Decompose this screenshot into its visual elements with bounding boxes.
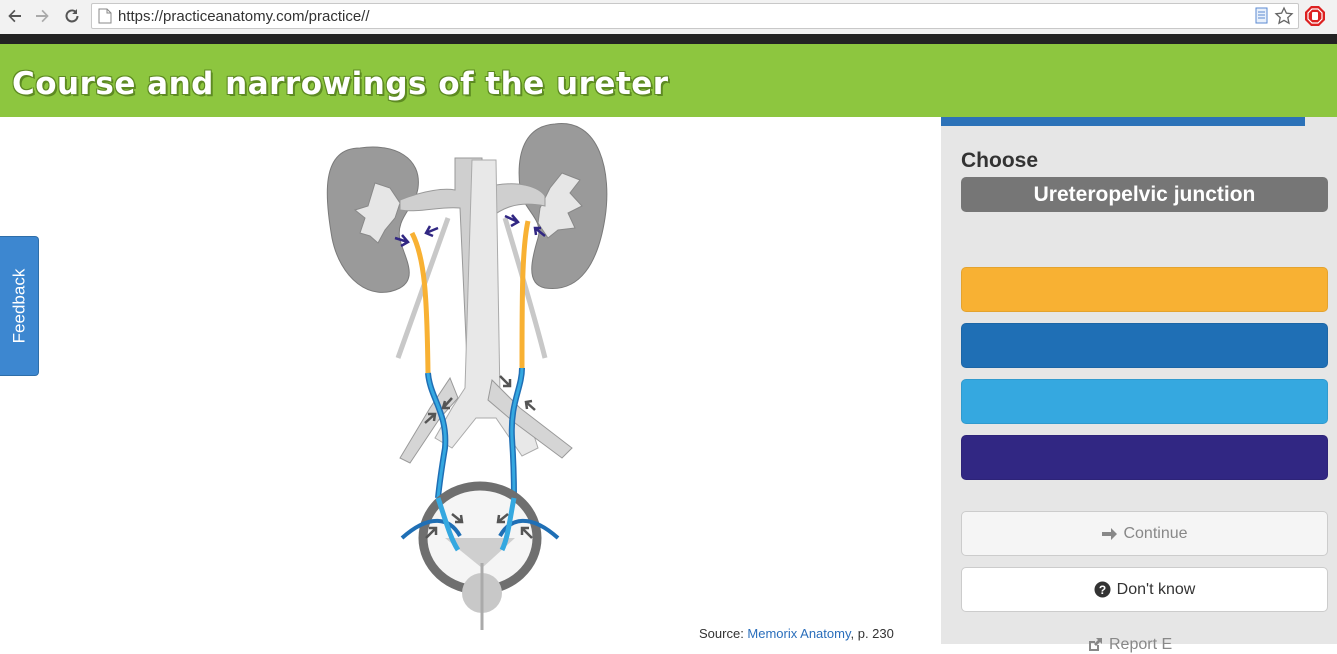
page-icon <box>98 8 112 24</box>
feedback-tab[interactable]: Feedback <box>0 236 39 376</box>
continue-label: Continue <box>1123 524 1188 542</box>
source-link[interactable]: Memorix Anatomy <box>747 626 850 641</box>
arrow-right-icon <box>1102 527 1118 540</box>
stop-icon[interactable] <box>1304 5 1326 27</box>
svg-text:?: ? <box>1099 583 1106 597</box>
external-link-icon <box>1089 638 1102 651</box>
target-structure: Ureteropelvic junction <box>961 177 1328 212</box>
report-error-button[interactable]: Report E <box>1087 636 1172 654</box>
quiz-panel: Choose Ureteropelvic junction Continue ?… <box>941 117 1337 653</box>
source-suffix: , p. 230 <box>850 626 894 641</box>
question-circle-icon: ? <box>1094 581 1111 598</box>
color-option-dark-blue[interactable] <box>961 323 1328 368</box>
continue-button[interactable]: Continue <box>961 511 1328 556</box>
color-option-purple[interactable] <box>961 435 1328 480</box>
star-icon[interactable] <box>1274 6 1294 26</box>
reload-button[interactable] <box>61 5 83 27</box>
feedback-label: Feedback <box>9 268 29 344</box>
figure-source: Source: Memorix Anatomy, p. 230 <box>699 626 894 641</box>
page-action-icon[interactable] <box>1254 7 1270 25</box>
arrow-left-icon <box>8 9 21 23</box>
dont-know-label: Don't know <box>1116 580 1196 598</box>
color-option-light-blue[interactable] <box>961 379 1328 424</box>
dont-know-button[interactable]: ? Don't know <box>961 567 1328 612</box>
report-error-label: Report E <box>1109 636 1173 653</box>
choose-label: Choose <box>961 149 1039 172</box>
color-option-orange[interactable] <box>961 267 1328 312</box>
url-text[interactable]: https://practiceanatomy.com/practice// <box>118 8 370 25</box>
address-bar[interactable]: https://practiceanatomy.com/practice// <box>91 3 1299 29</box>
arrow-right-icon <box>36 9 49 23</box>
browser-toolbar: https://practiceanatomy.com/practice// <box>0 0 1337 34</box>
source-prefix: Source: <box>699 626 748 641</box>
target-structure-label: Ureteropelvic junction <box>1033 182 1256 206</box>
reload-icon <box>65 9 79 23</box>
progress-bar <box>941 117 1306 126</box>
ureter-illustration <box>326 123 608 630</box>
back-button[interactable] <box>4 5 26 27</box>
browser-divider <box>0 34 1337 44</box>
forward-button[interactable] <box>31 5 53 27</box>
page-title: Course and narrowings of the ureter <box>12 66 669 102</box>
page-header: Course and narrowings of the ureter <box>0 44 1337 117</box>
